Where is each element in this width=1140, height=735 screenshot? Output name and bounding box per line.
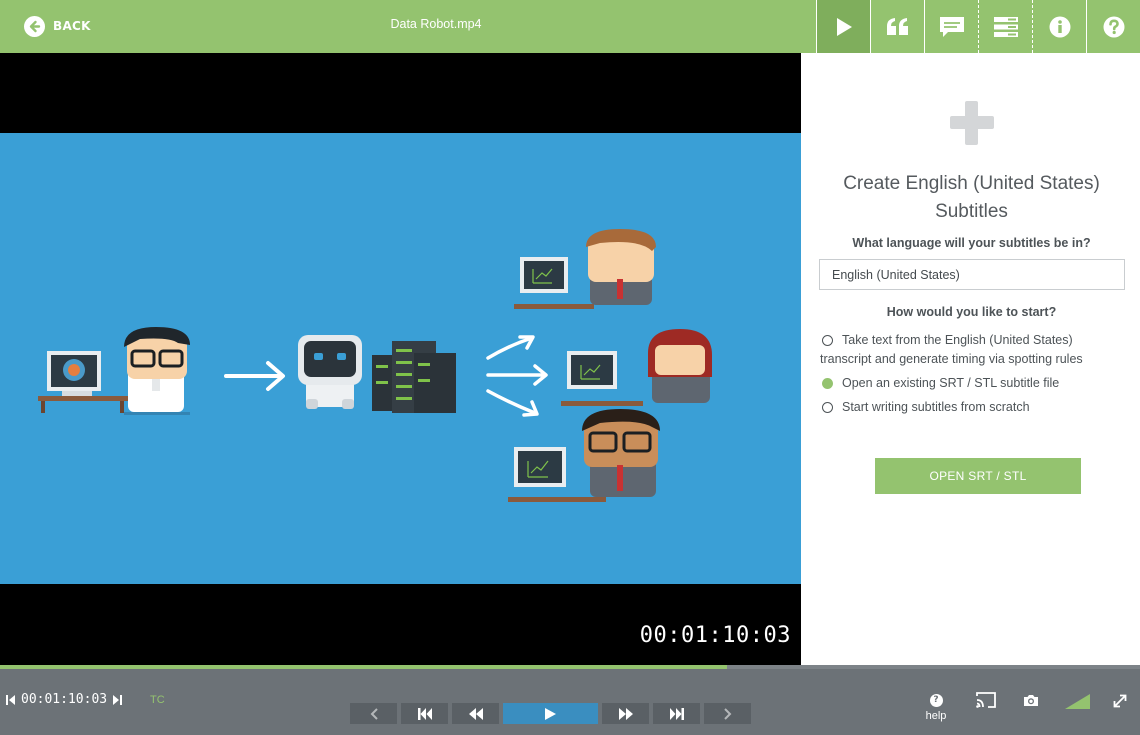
skip-end-button[interactable]	[653, 703, 700, 724]
plus-icon	[950, 101, 994, 145]
skip-start-button[interactable]	[401, 703, 448, 724]
fast-forward-button[interactable]	[602, 703, 649, 724]
file-title: Data Robot.mp4	[390, 17, 482, 31]
open-srt-stl-button[interactable]: OPEN SRT / STL	[875, 458, 1081, 494]
video-player[interactable]: 00:01:10:03	[0, 53, 801, 665]
start-options: Take text from the English (United State…	[820, 331, 1125, 422]
help-label: help	[925, 709, 947, 722]
rewind-icon	[468, 707, 483, 720]
chevron-right-icon	[723, 707, 731, 720]
question-icon	[1103, 16, 1124, 37]
cast-icon	[976, 692, 996, 708]
tab-tracks[interactable]	[978, 0, 1032, 53]
back-label: BACK	[53, 19, 91, 33]
option-label: Start writing subtitles from scratch	[842, 400, 1030, 414]
video-illustration	[38, 229, 712, 502]
playback-controls: 00:01:10:03 TC ? help	[0, 665, 1140, 735]
start-question: How would you like to start?	[886, 305, 1057, 319]
fullscreen-button[interactable]	[1112, 693, 1128, 709]
option-label: Open an existing SRT / STL subtitle file	[842, 376, 1060, 390]
progress-bar[interactable]	[0, 665, 1140, 669]
expand-icon	[1113, 694, 1127, 708]
progress-fill	[0, 665, 728, 669]
panel-heading: Create English (United States) Subtitles	[843, 173, 1100, 222]
stack-icon	[993, 16, 1018, 37]
speech-bubble-icon	[939, 16, 964, 37]
skip-start-icon	[417, 707, 432, 720]
next-button[interactable]	[704, 703, 751, 724]
top-bar: BACK Data Robot.mp4	[0, 0, 1140, 53]
subtitle-create-panel: Create English (United States) Subtitles…	[801, 53, 1140, 665]
tab-quotes[interactable]	[870, 0, 924, 53]
step-forward-icon[interactable]	[113, 694, 123, 706]
quote-icon	[886, 17, 908, 35]
option-from-scratch[interactable]: Start writing subtitles from scratch	[820, 398, 1125, 417]
prev-button[interactable]	[350, 703, 397, 724]
back-button[interactable]: BACK	[24, 15, 91, 37]
rewind-button[interactable]	[452, 703, 499, 724]
info-icon	[1049, 16, 1070, 37]
step-back-icon[interactable]	[6, 694, 15, 706]
play-icon	[545, 707, 556, 720]
fast-forward-icon	[618, 707, 633, 720]
question-icon: ?	[929, 693, 943, 707]
help-button[interactable]: ? help	[920, 687, 952, 722]
cast-button[interactable]	[975, 691, 997, 709]
timecode-text: 00:01:10:03	[21, 692, 108, 707]
volume-wedge-icon	[1064, 693, 1090, 709]
tab-subtitles[interactable]	[924, 0, 978, 53]
chevron-left-icon	[370, 707, 378, 720]
skip-end-icon	[669, 707, 684, 720]
option-spotting-rules[interactable]: Take text from the English (United State…	[820, 331, 1125, 369]
arrow-left-circle-icon	[24, 15, 45, 37]
snapshot-button[interactable]	[1022, 693, 1040, 708]
tc-toggle[interactable]: TC	[150, 694, 165, 706]
tab-help[interactable]	[1086, 0, 1140, 53]
transport-buttons	[350, 703, 751, 724]
tab-info[interactable]	[1032, 0, 1086, 53]
option-label: Take text from the English (United State…	[820, 333, 1083, 366]
volume-slider[interactable]	[1064, 693, 1090, 709]
play-icon	[836, 17, 852, 36]
tab-play[interactable]	[816, 0, 870, 53]
radio-unchecked[interactable]	[822, 402, 833, 413]
video-timecode-overlay: 00:01:10:03	[639, 623, 791, 648]
radio-unchecked[interactable]	[822, 335, 833, 346]
camera-icon	[1024, 695, 1038, 706]
option-open-srt-stl[interactable]: Open an existing SRT / STL subtitle file	[820, 374, 1125, 393]
language-question: What language will your subtitles be in?	[852, 236, 1091, 250]
video-frame	[0, 133, 801, 584]
language-select[interactable]: English (United States)	[819, 259, 1125, 290]
timecode-display: 00:01:10:03	[6, 692, 123, 707]
toolbar-tabs	[816, 0, 1140, 53]
play-button[interactable]	[503, 703, 598, 724]
radio-checked[interactable]	[822, 378, 833, 389]
